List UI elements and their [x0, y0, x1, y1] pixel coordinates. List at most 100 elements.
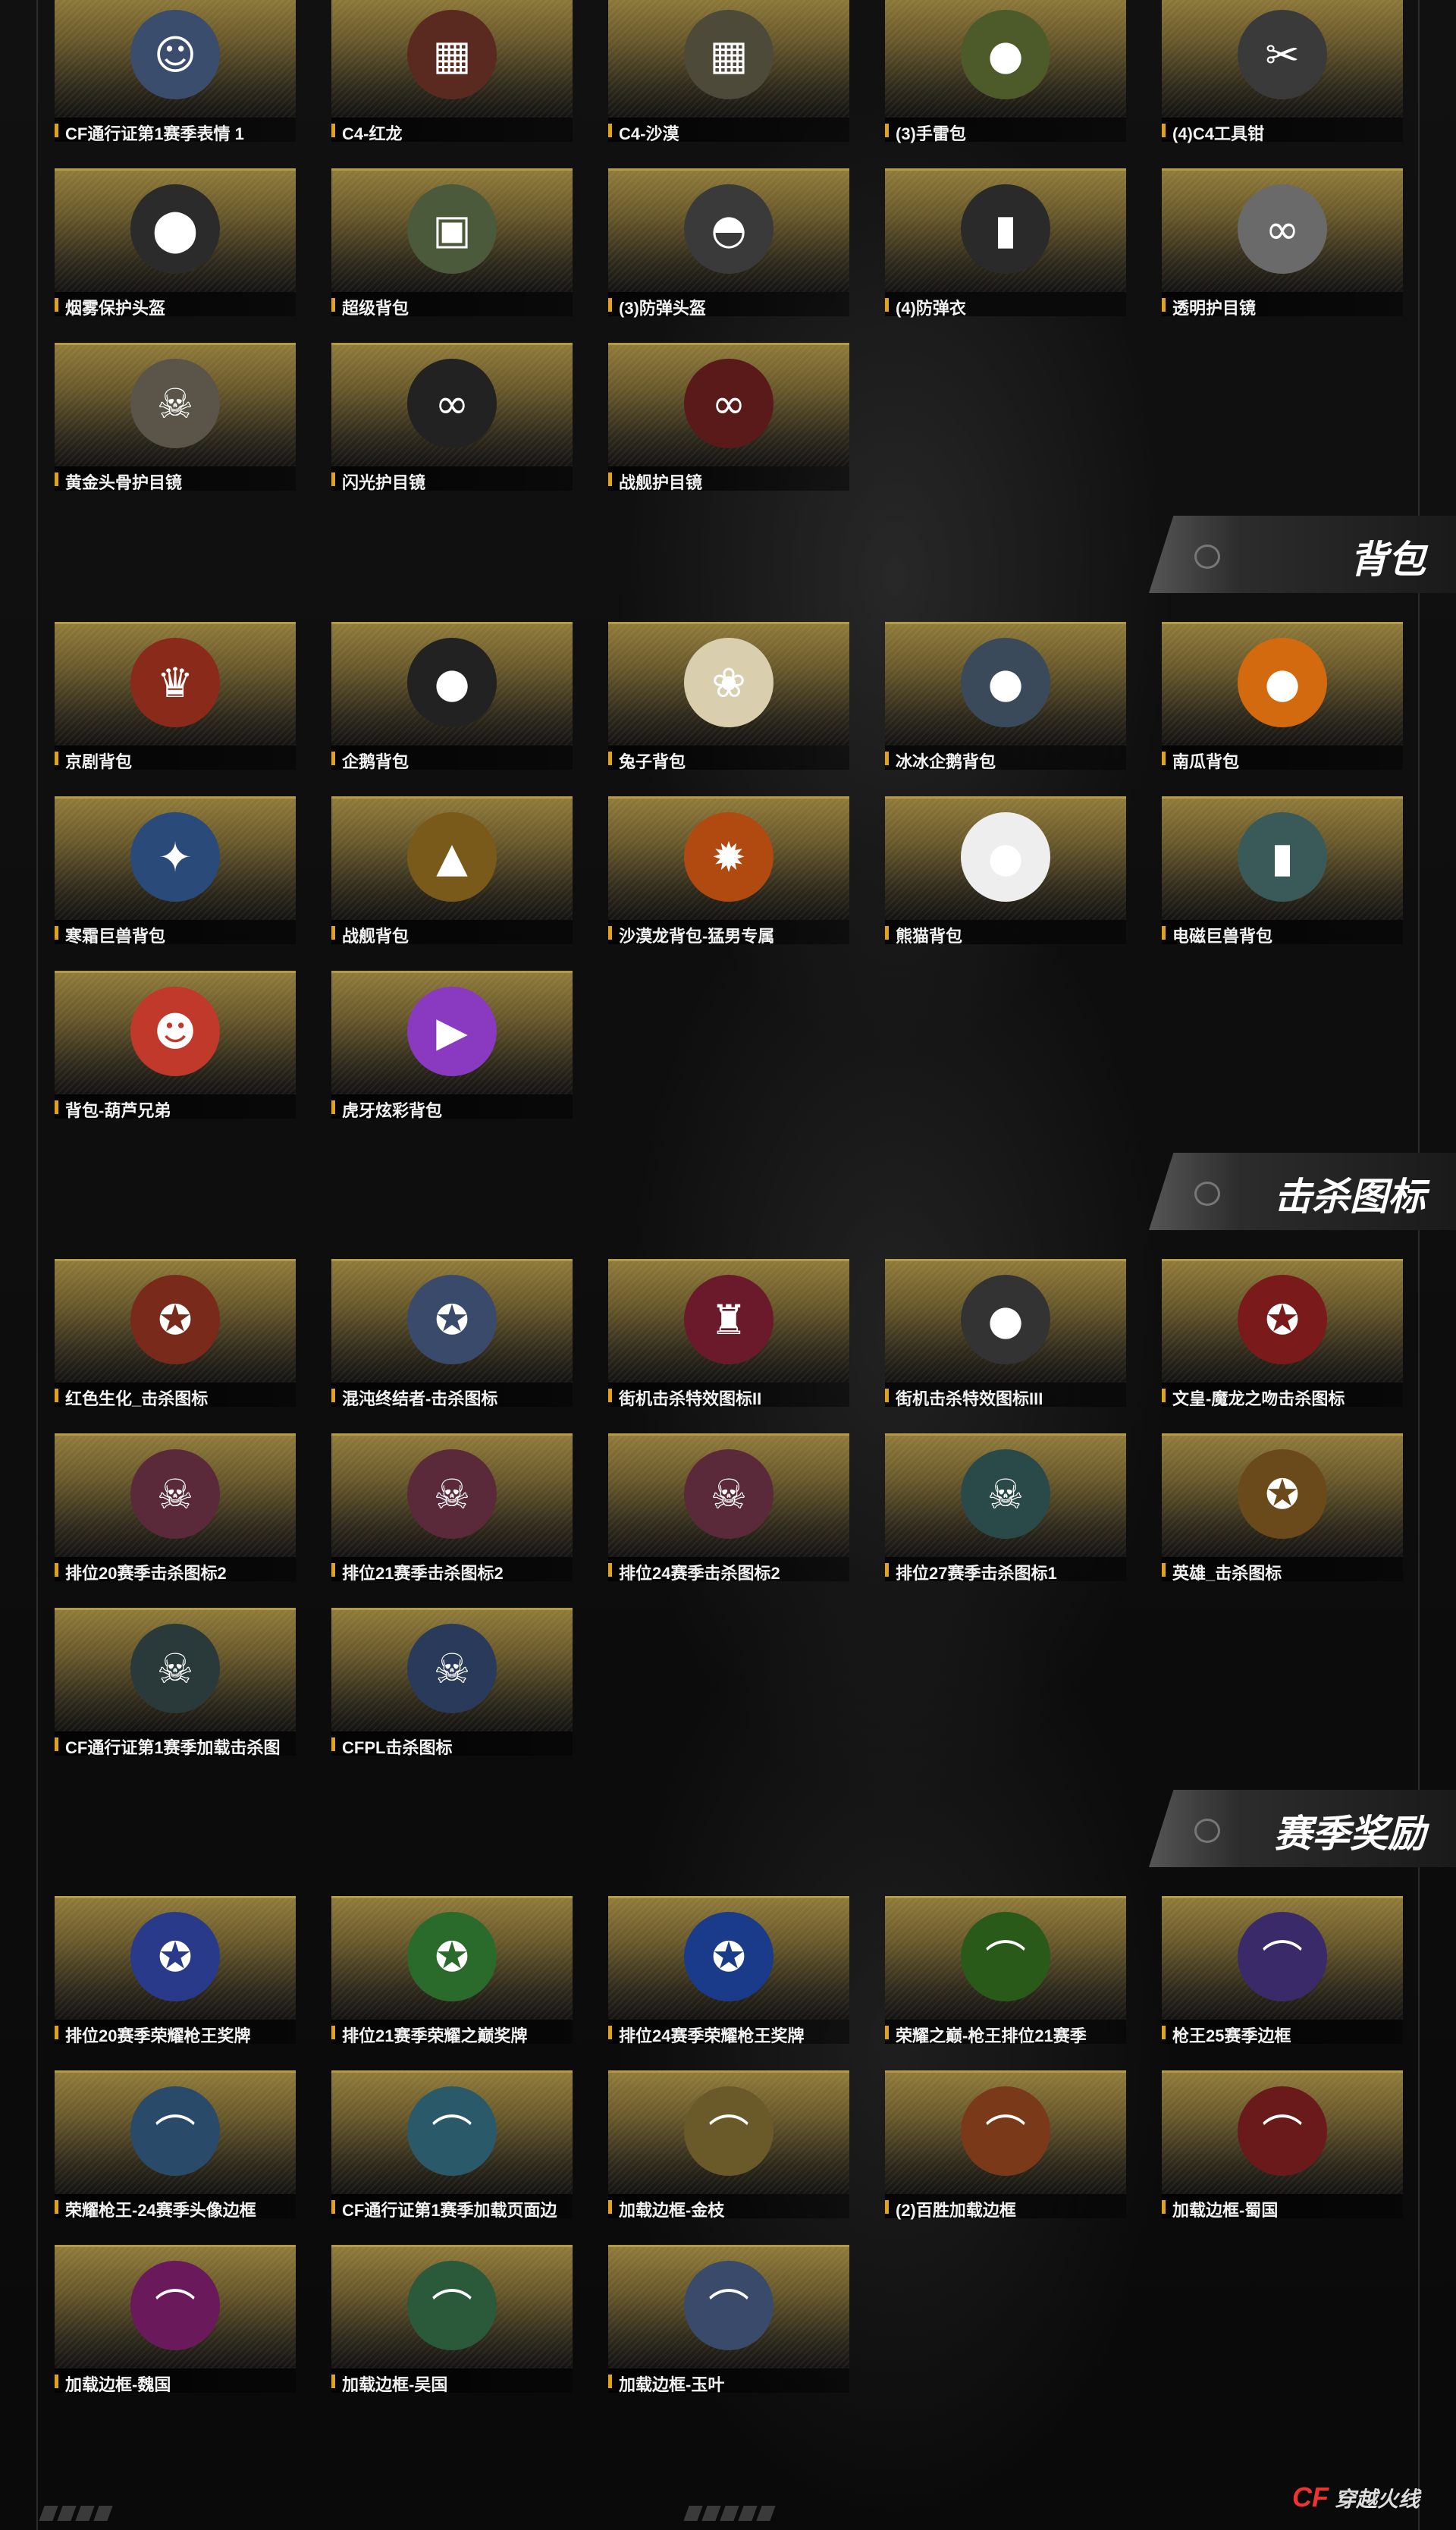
label-marker: [608, 1389, 612, 1402]
card-thumbnail: ⌒: [331, 2245, 573, 2368]
item-card[interactable]: ⌒ (2)百胜加载边框: [885, 2070, 1126, 2220]
card-label-bar: (4)C4工具钳: [1162, 118, 1403, 143]
card-label-bar: (4)防弹衣: [885, 292, 1126, 318]
card-label-bar: 混沌终结者-击杀图标: [331, 1383, 573, 1408]
item-card[interactable]: ☠ 排位27赛季击杀图标1: [885, 1433, 1126, 1583]
item-card[interactable]: ∞ 闪光护目镜: [331, 343, 573, 492]
item-card[interactable]: ● 南瓜背包: [1162, 622, 1403, 771]
item-card[interactable]: ⬤ 烟雾保护头盔: [55, 168, 296, 318]
label-marker: [608, 1563, 612, 1577]
item-card[interactable]: ✪ 红色生化_击杀图标: [55, 1259, 296, 1408]
item-card[interactable]: ✪ 排位21赛季荣耀之巅奖牌: [331, 1896, 573, 2045]
item-card[interactable]: ∞ 战舰护目镜: [608, 343, 849, 492]
item-card[interactable]: ⌒ CF通行证第1赛季加载页面边: [331, 2070, 573, 2220]
item-card[interactable]: ✪ 文皇-魔龙之吻击杀图标: [1162, 1259, 1403, 1408]
item-label: 背包-葫芦兄弟: [65, 1101, 171, 1120]
card-label-bar: 排位21赛季荣耀之巅奖牌: [331, 2020, 573, 2045]
card-label-bar: C4-红龙: [331, 118, 573, 143]
item-card[interactable]: ✦ 寒霜巨兽背包: [55, 796, 296, 946]
item-card[interactable]: ♜ 街机击杀特效图标II: [608, 1259, 849, 1408]
card-thumbnail: ●: [1162, 622, 1403, 746]
item-card[interactable]: ❀ 兔子背包: [608, 622, 849, 771]
item-card[interactable]: ☻ 背包-葫芦兄弟: [55, 971, 296, 1120]
item-card[interactable]: ▣ 超级背包: [331, 168, 573, 318]
item-card[interactable]: ● 企鹅背包: [331, 622, 573, 771]
item-card[interactable]: ⌒ 加载边框-蜀国: [1162, 2070, 1403, 2220]
item-card[interactable]: ☠ 排位20赛季击杀图标2: [55, 1433, 296, 1583]
frame-icon: ⌒: [407, 2086, 497, 2176]
item-card[interactable]: ⌒ 加载边框-吴国: [331, 2245, 573, 2394]
card-label-bar: 排位27赛季击杀图标1: [885, 1557, 1126, 1583]
card-thumbnail: ✪: [331, 1896, 573, 2020]
card-label-bar: 黄金头骨护目镜: [55, 466, 296, 492]
item-card[interactable]: ☠ CF通行证第1赛季加载击杀图: [55, 1608, 296, 1757]
card-thumbnail: ⌒: [885, 1896, 1126, 2020]
item-label: 荣耀枪王-24赛季头像边框: [65, 2201, 256, 2220]
item-card[interactable]: ✪ 排位24赛季荣耀枪王奖牌: [608, 1896, 849, 2045]
card-thumbnail: ☻: [55, 971, 296, 1094]
game-logo: CF 穿越火线: [1292, 2481, 1420, 2513]
item-card[interactable]: ▦ C4-沙漠: [608, 0, 849, 143]
card-thumbnail: ⌒: [885, 2070, 1126, 2194]
item-label: 战舰背包: [342, 927, 410, 946]
item-card[interactable]: ⌒ 荣耀枪王-24赛季头像边框: [55, 2070, 296, 2220]
item-card[interactable]: ● 冰冰企鹅背包: [885, 622, 1126, 771]
card-thumbnail: ∞: [331, 343, 573, 466]
item-card[interactable]: ✪ 混沌终结者-击杀图标: [331, 1259, 573, 1408]
card-label-bar: 电磁巨兽背包: [1162, 920, 1403, 946]
item-card[interactable]: ☠ 排位24赛季击杀图标2: [608, 1433, 849, 1583]
penguin-icon: ●: [961, 638, 1050, 727]
item-card[interactable]: ✪ 排位20赛季荣耀枪王奖牌: [55, 1896, 296, 2045]
item-card[interactable]: ▶ 虎牙炫彩背包: [331, 971, 573, 1120]
item-card[interactable]: ⌒ 荣耀之巅-枪王排位21赛季: [885, 1896, 1126, 2045]
card-thumbnail: ▶: [331, 971, 573, 1094]
label-marker: [885, 1389, 889, 1402]
c4-bomb-icon: ▦: [407, 10, 497, 99]
item-card[interactable]: ☺ CF通行证第1赛季表情 1: [55, 0, 296, 143]
skull-badge-icon: ☠: [961, 1449, 1050, 1539]
card-label-bar: 文皇-魔龙之吻击杀图标: [1162, 1383, 1403, 1408]
item-card[interactable]: ▮ (4)防弹衣: [885, 168, 1126, 318]
card-label-bar: 战舰背包: [331, 920, 573, 946]
skull-badge-icon: ☠: [407, 1449, 497, 1539]
item-card[interactable]: ⌒ 加载边框-魏国: [55, 2245, 296, 2394]
item-label: 战舰护目镜: [619, 473, 703, 492]
item-card[interactable]: ✂ (4)C4工具钳: [1162, 0, 1403, 143]
frame-icon: ⌒: [130, 2261, 220, 2350]
item-card[interactable]: ▲ 战舰背包: [331, 796, 573, 946]
item-card[interactable]: ● 熊猫背包: [885, 796, 1126, 946]
item-card[interactable]: ☠ 排位21赛季击杀图标2: [331, 1433, 573, 1583]
item-label: 京剧背包: [65, 752, 133, 771]
item-card[interactable]: ☠ CFPL击杀图标: [331, 1608, 573, 1757]
battleship-backpack-icon: ▲: [407, 812, 497, 902]
card-thumbnail: ●: [885, 0, 1126, 118]
item-card[interactable]: ✪ 英雄_击杀图标: [1162, 1433, 1403, 1583]
card-label-bar: 街机击杀特效图标III: [885, 1383, 1126, 1408]
card-thumbnail: ✪: [55, 1259, 296, 1383]
item-card[interactable]: ▮ 电磁巨兽背包: [1162, 796, 1403, 946]
item-label: (2)百胜加载边框: [896, 2201, 1016, 2220]
label-marker: [1162, 926, 1166, 940]
item-card[interactable]: ⌒ 加载边框-金枝: [608, 2070, 849, 2220]
item-card[interactable]: ◓ (3)防弹头盔: [608, 168, 849, 318]
item-card[interactable]: ⌒ 加载边框-玉叶: [608, 2245, 849, 2394]
item-label: 荣耀之巅-枪王排位21赛季: [896, 2026, 1087, 2045]
item-card[interactable]: ● 街机击杀特效图标III: [885, 1259, 1126, 1408]
item-card[interactable]: ♛ 京剧背包: [55, 622, 296, 771]
label-marker: [331, 2026, 335, 2039]
card-label-bar: 熊猫背包: [885, 920, 1126, 946]
item-card[interactable]: ● (3)手雷包: [885, 0, 1126, 143]
item-card[interactable]: ☠ 黄金头骨护目镜: [55, 343, 296, 492]
frame-icon: ⌒: [961, 2086, 1050, 2176]
item-card[interactable]: ⌒ 枪王25赛季边框: [1162, 1896, 1403, 2045]
item-label: C4-红龙: [342, 124, 403, 143]
medal-icon: ✪: [684, 1912, 774, 2001]
item-card[interactable]: ∞ 透明护目镜: [1162, 168, 1403, 318]
item-card[interactable]: ▦ C4-红龙: [331, 0, 573, 143]
item-label: 南瓜背包: [1172, 752, 1240, 771]
backpack-icon: ▣: [407, 184, 497, 274]
card-thumbnail: ⌒: [608, 2245, 849, 2368]
card-label-bar: 加载边框-魏国: [55, 2368, 296, 2394]
label-marker: [1162, 298, 1166, 312]
item-card[interactable]: ✹ 沙漠龙背包-猛男专属: [608, 796, 849, 946]
